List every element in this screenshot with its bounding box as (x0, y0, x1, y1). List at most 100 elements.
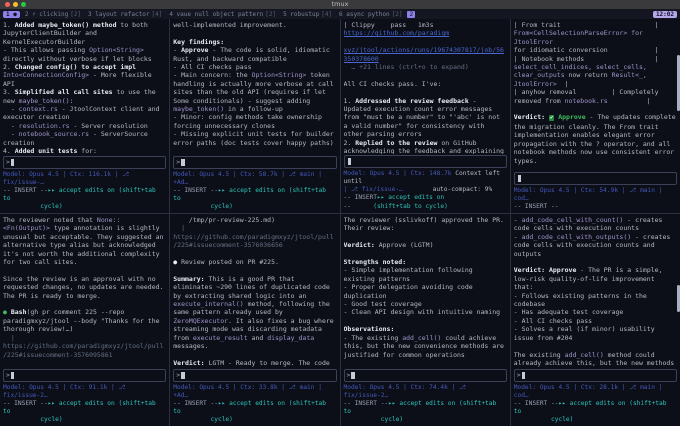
terminal-line: All CI checks pass. I've: (344, 80, 507, 88)
terminal-line: -- INSERT --▸▸ accept edits on (shift+ta… (3, 187, 166, 203)
text-segment: ● (173, 258, 181, 266)
text-segment: | (608, 97, 651, 105)
terminal-line: From<CellSelectionParseError> for JtoolE… (514, 29, 677, 46)
zoom-button[interactable] (21, 2, 26, 7)
text-segment: - (173, 46, 181, 54)
text-cursor (11, 159, 15, 166)
pane-statusline: Model: Opus 4.5 | Ctx: 91.1k | ⎇ fix/iss… (3, 383, 166, 424)
prompt-input[interactable]: > (173, 369, 336, 382)
terminal-line: … +21 lines (ctrl+o to expand) (344, 63, 507, 71)
prompt-input[interactable]: > (344, 369, 507, 382)
text-cursor (11, 372, 15, 379)
terminal-line: The reviewer noted that None::<Fn(Output… (3, 216, 166, 266)
text-segment: Replied to the review (355, 139, 437, 147)
text-segment: - Solves a real (if minor) usability iss… (514, 325, 659, 341)
text-segment: Approve (558, 113, 585, 121)
text-segment: - Simple implementation following existi… (344, 266, 477, 282)
terminal-line (3, 266, 166, 274)
pane-content: - add_code_cell_with_count() - creates c… (514, 216, 677, 368)
pane-content: 1. Added maybe_token() method to both Ju… (3, 21, 166, 155)
terminal-line: Model: Opus 4.5 | Ctx: 33.8k | ⎇ main | … (173, 384, 336, 400)
prompt-input[interactable]: > (173, 156, 336, 169)
minimize-button[interactable] (13, 2, 18, 7)
tmux-window-list: 2 ⚡ clicking[2] 3 layout refactor[4] 4 vau… (25, 11, 403, 18)
terminal-line: Key findings: (173, 38, 336, 46)
pane-content: | From trait |From<CellSelectionParseErr… (514, 21, 677, 171)
text-segment: ▸▸ accept edits on (377, 194, 444, 201)
tmux-window-tab[interactable]: 5 robustup[4] (283, 11, 332, 18)
tmux-window-label: 6 async python (339, 11, 390, 18)
tmux-window-tab[interactable]: 6 async python[2] (339, 11, 402, 18)
terminal-pane-1[interactable]: 1. Added maybe_token() method to both Ju… (0, 19, 169, 213)
terminal-line (3, 300, 166, 308)
terminal-line (173, 351, 336, 359)
tmux-window-tab[interactable]: 4 vaue null object pattern[2] (169, 11, 276, 18)
text-segment: well-implemented improvement. (173, 21, 287, 29)
text-segment: The existing (514, 351, 565, 359)
terminal-line: cycle) (3, 416, 166, 424)
terminal-line (173, 29, 336, 37)
text-segment: Addressed the review feedback (355, 97, 469, 105)
tmux-window-tab[interactable]: 2 ⚡ clicking[2] (25, 11, 81, 18)
terminal-line: Verdict: Approve - The PR is a simple, l… (514, 266, 677, 291)
terminal-line: -- INSERT --▸▸ accept edits on (shift+ta… (3, 400, 166, 416)
text-segment: Approve (LGTM) (375, 241, 434, 249)
text-segment: -- INSERT -- (173, 187, 218, 194)
terminal-pane-7[interactable]: The reviewer (sslivkoff) approved the PR… (341, 214, 510, 426)
text-segment: Model: Opus 4.5 | Ctx: 74.4k | ⎇ fix/iss… (344, 384, 470, 399)
terminal-pane-2[interactable]: well-implemented improvement. Key findin… (170, 19, 339, 213)
text-segment: | Clippy pass 1m3s (344, 21, 446, 29)
prompt-char: > (6, 158, 10, 166)
terminal-line: - notebook_source.rs - ServerSource crea… (3, 130, 166, 147)
terminal-line (344, 88, 507, 96)
text-segment: The reviewer noted that (3, 216, 97, 224)
terminal-pane-5[interactable]: The reviewer noted that None::<Fn(Output… (0, 214, 169, 426)
link[interactable]: https://github.com/paradigm (344, 29, 450, 37)
terminal-line: Verdict: LGTM - Ready to merge. The code… (173, 359, 336, 368)
text-segment: - Missing explicit unit tests for builde… (173, 130, 336, 146)
tmux-window-badge: [2] (392, 11, 403, 18)
text-segment: in a follow-up (224, 105, 283, 113)
terminal-line (344, 250, 507, 258)
terminal-pane-6[interactable]: /tmp/pr-review-225.md) | https://github.… (170, 214, 339, 426)
terminal-line: -- INSERT --▸▸ accept edits on (shift+ta… (344, 400, 507, 416)
text-segment: Changed config() to accept impl (15, 63, 136, 71)
terminal-line: Since the review is an approval with no … (3, 275, 166, 300)
terminal-pane-8[interactable]: - add_code_cell_with_count() - creates c… (511, 214, 680, 426)
text-segment: /tmp/pr-review-225.md) (173, 216, 275, 224)
terminal-line: Model: Opus 4.5 | Ctx: 54.9k | ⎇ main | … (514, 187, 677, 203)
text-segment: - This allows passing (3, 46, 89, 54)
terminal-pane-3[interactable]: | Clippy pass 1m3s https://github.com/pa… (341, 19, 510, 213)
terminal-line: -- INSERT▸▸ accept edits on (344, 194, 507, 202)
terminal-line: - All CI checks pass (514, 317, 677, 325)
prompt-input[interactable]: > (3, 156, 166, 169)
text-segment: 4. (3, 147, 15, 155)
terminal-line: - context.rs - JtoolContext client and e… (3, 105, 166, 122)
text-segment: Model: Opus 4.5 | Ctx: 54.9k | ⎇ main | … (514, 187, 666, 202)
text-segment: - The existing (344, 334, 403, 342)
text-segment: - Has adequate test coverage (514, 308, 624, 316)
terminal-line (514, 165, 677, 171)
text-segment: The reviewer (sslivkoff) approved the PR… (344, 216, 507, 232)
text-segment: cycle) (514, 416, 574, 423)
tmux-active-window-marker[interactable]: 2 (407, 11, 415, 18)
link[interactable]: xyz/jtool/actions/runs/19674307817/job/5… (344, 46, 504, 62)
text-segment: -- INSERT -- (514, 203, 559, 210)
prompt-input[interactable]: > (514, 369, 677, 382)
prompt-input[interactable] (344, 155, 507, 168)
terminal-line: Verdict: Approve (LGTM) (344, 241, 507, 249)
tmux-session-badge[interactable]: 1 ● (3, 11, 20, 18)
terminal-line (514, 342, 677, 350)
text-cursor (348, 158, 352, 165)
tmux-window-tab[interactable]: 3 layout refactor[4] (88, 11, 162, 18)
prompt-input[interactable] (514, 172, 677, 185)
terminal-line: - Clean API design with intuitive naming (344, 308, 507, 316)
terminal-line: | ⎇ fix/issue-… auto-compact: 9% (344, 186, 507, 194)
close-button[interactable] (5, 2, 10, 7)
pane-content: The reviewer (sslivkoff) approved the PR… (344, 216, 507, 368)
terminal-line (3, 359, 166, 367)
prompt-input[interactable]: > (3, 369, 166, 382)
terminal-pane-4[interactable]: | From trait |From<CellSelectionParseErr… (511, 19, 680, 213)
text-segment: Summary: (173, 275, 204, 283)
terminal-line: - add_code_cell_with_count() - creates c… (514, 216, 677, 233)
